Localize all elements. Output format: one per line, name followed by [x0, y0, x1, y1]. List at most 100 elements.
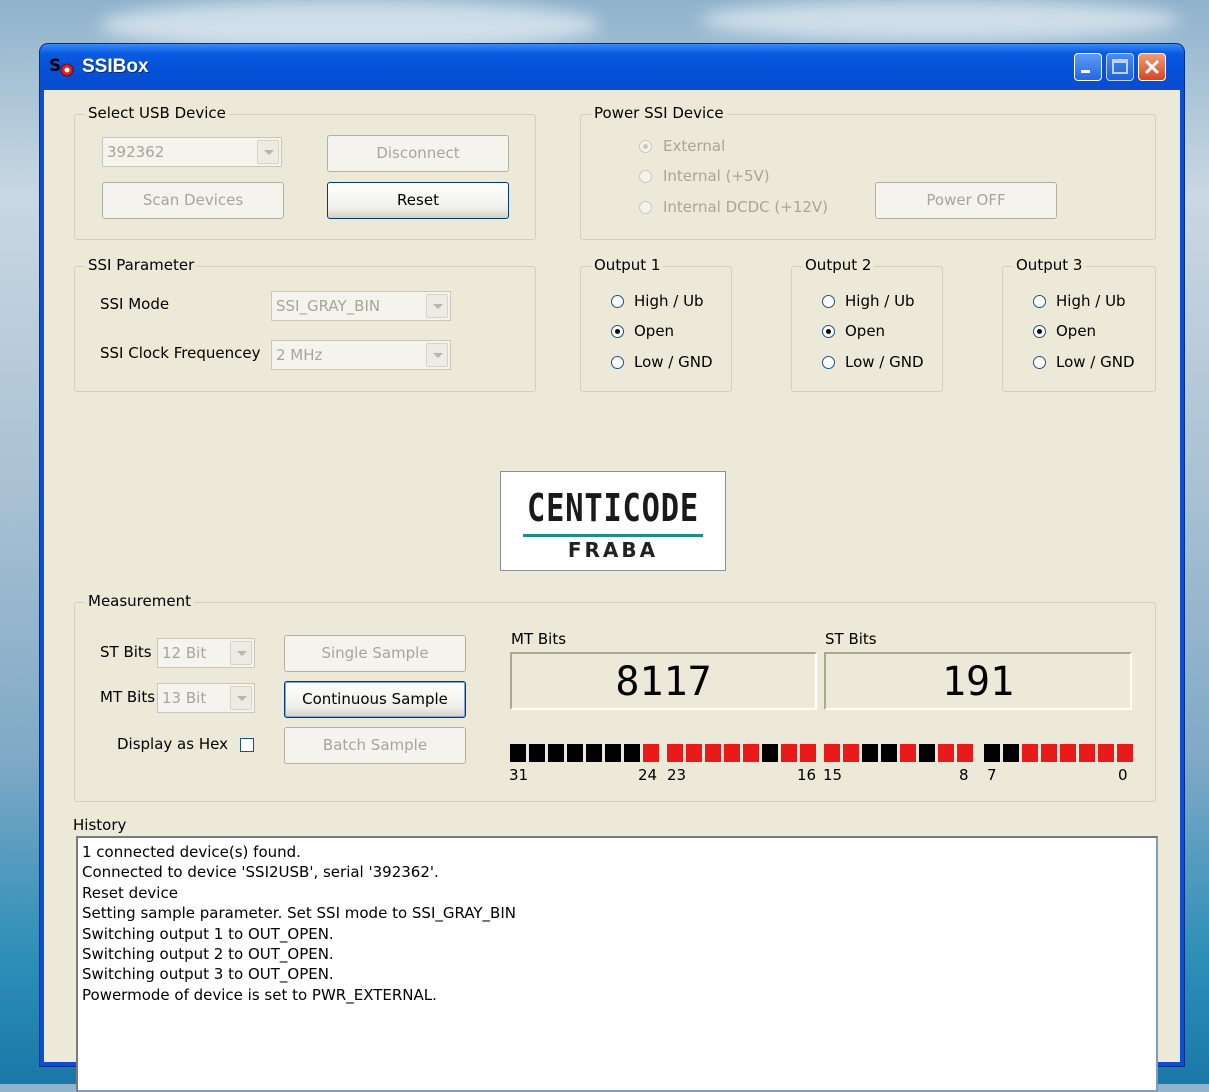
group-label: Select USB Device	[85, 104, 229, 122]
chevron-down-icon[interactable]	[426, 294, 448, 318]
select-usb-device-group: Select USB Device 392362 Disconnect Scan…	[74, 104, 536, 240]
output-1-high-radio[interactable]	[611, 295, 624, 308]
power-off-button[interactable]: Power OFF	[875, 182, 1057, 219]
close-icon	[1144, 59, 1160, 75]
power-internal-dcdc-radio[interactable]	[639, 201, 652, 214]
maximize-icon	[1112, 59, 1128, 74]
bit-21-indicator	[705, 744, 721, 762]
power-internal-5v-radio[interactable]	[639, 170, 652, 183]
bit-number: 15	[823, 766, 843, 784]
st-bits-combobox[interactable]: 12 Bit	[157, 638, 255, 668]
bit-number: 8	[959, 766, 969, 784]
output-1-open-radio[interactable]	[611, 325, 624, 338]
mt-bits-combobox[interactable]: 13 Bit	[157, 683, 255, 713]
single-sample-button[interactable]: Single Sample	[284, 635, 466, 672]
output-2-low-radio[interactable]	[822, 356, 835, 369]
combobox-value: 392362	[107, 143, 165, 161]
bit-15-indicator	[824, 744, 840, 762]
ssi-mode-label: SSI Mode	[100, 295, 170, 313]
svg-text:S: S	[49, 56, 61, 76]
power-ssi-device-group: Power SSI Device External Internal (+5V)…	[580, 104, 1156, 240]
output-3-high-label: High / Ub	[1056, 292, 1126, 310]
output-1-open-label: Open	[634, 322, 675, 340]
output-2-high-label: High / Ub	[845, 292, 915, 310]
mt-bits-caption: MT Bits	[511, 630, 567, 648]
chevron-down-icon[interactable]	[257, 140, 279, 164]
disconnect-button[interactable]: Disconnect	[327, 135, 509, 172]
output-3-open-radio[interactable]	[1033, 325, 1046, 338]
bit-number: 24	[638, 766, 658, 784]
title-bar[interactable]: S SSIBox	[40, 44, 1184, 90]
bit-29-indicator	[548, 744, 564, 762]
bit-20-indicator	[724, 744, 740, 762]
ssi-parameter-group: SSI Parameter SSI Mode SSI_GRAY_BIN SSI …	[74, 256, 536, 392]
chevron-down-icon[interactable]	[230, 641, 252, 665]
bit-number: 31	[509, 766, 529, 784]
output-3-low-radio[interactable]	[1033, 356, 1046, 369]
output-2-low-label: Low / GND	[845, 353, 924, 371]
history-line: Switching output 3 to OUT_OPEN.	[82, 965, 334, 984]
bit-number: 0	[1118, 766, 1128, 784]
usb-device-combobox[interactable]: 392362	[102, 137, 282, 167]
output-1-group: Output 1 High / Ub Open Low / GND	[580, 256, 732, 392]
history-line: Switching output 1 to OUT_OPEN.	[82, 924, 334, 943]
output-3-low-label: Low / GND	[1056, 353, 1135, 371]
st-bits-caption: ST Bits	[825, 630, 877, 648]
continuous-sample-button[interactable]: Continuous Sample	[284, 681, 466, 718]
close-button[interactable]	[1138, 53, 1166, 81]
logo-subtitle: FRABA	[567, 538, 659, 562]
client-area: Select USB Device 392362 Disconnect Scan…	[44, 90, 1180, 1092]
output-3-high-radio[interactable]	[1033, 295, 1046, 308]
st-value-display: 191	[824, 652, 1132, 710]
power-external-radio[interactable]	[639, 140, 652, 153]
st-bits-label: ST Bits	[100, 643, 152, 661]
reset-button[interactable]: Reset	[327, 182, 509, 219]
bit-31-indicator	[510, 744, 526, 762]
output-2-high-radio[interactable]	[822, 295, 835, 308]
bit-30-indicator	[529, 744, 545, 762]
bit-24-indicator	[643, 744, 659, 762]
history-log[interactable]: 1 connected device(s) found. Connected t…	[76, 836, 1158, 1092]
bit-6-indicator	[1003, 744, 1019, 762]
bit-indicator-strip	[44, 744, 1180, 764]
centicode-logo: CENTICODE FRABA	[500, 471, 726, 571]
output-1-low-label: Low / GND	[634, 353, 713, 371]
bit-25-indicator	[624, 744, 640, 762]
bit-number: 7	[987, 766, 997, 784]
combobox-value: 2 MHz	[276, 346, 323, 364]
bit-17-indicator	[781, 744, 797, 762]
ssi-mode-combobox[interactable]: SSI_GRAY_BIN	[271, 291, 451, 321]
bit-12-indicator	[881, 744, 897, 762]
bit-23-indicator	[667, 744, 683, 762]
maximize-button[interactable]	[1106, 53, 1134, 81]
history-line: Powermode of device is set to PWR_EXTERN…	[82, 985, 437, 1004]
combobox-value: 13 Bit	[162, 689, 207, 707]
output-3-group: Output 3 High / Ub Open Low / GND	[1002, 256, 1156, 392]
bit-1-indicator	[1098, 744, 1114, 762]
bit-9-indicator	[938, 744, 954, 762]
output-2-open-label: Open	[845, 322, 886, 340]
group-label: Output 1	[591, 256, 664, 274]
bit-19-indicator	[743, 744, 759, 762]
scan-devices-button[interactable]: Scan Devices	[102, 182, 284, 219]
minimize-button[interactable]	[1074, 53, 1102, 81]
group-label: Output 2	[802, 256, 875, 274]
ssi-clock-combobox[interactable]: 2 MHz	[271, 340, 451, 370]
chevron-down-icon[interactable]	[426, 343, 448, 367]
group-label: Measurement	[85, 592, 194, 610]
bit-18-indicator	[762, 744, 778, 762]
bit-3-indicator	[1060, 744, 1076, 762]
power-internal-dcdc-label: Internal DCDC (+12V)	[663, 198, 829, 216]
bit-27-indicator	[586, 744, 602, 762]
chevron-down-icon[interactable]	[230, 686, 252, 710]
bit-26-indicator	[605, 744, 621, 762]
bit-11-indicator	[900, 744, 916, 762]
output-2-open-radio[interactable]	[822, 325, 835, 338]
bit-2-indicator	[1079, 744, 1095, 762]
output-1-low-radio[interactable]	[611, 356, 624, 369]
bit-0-indicator	[1117, 744, 1133, 762]
background-cloud	[700, 0, 1180, 40]
minimize-icon	[1081, 70, 1090, 73]
bit-14-indicator	[843, 744, 859, 762]
app-icon: S	[49, 56, 74, 77]
